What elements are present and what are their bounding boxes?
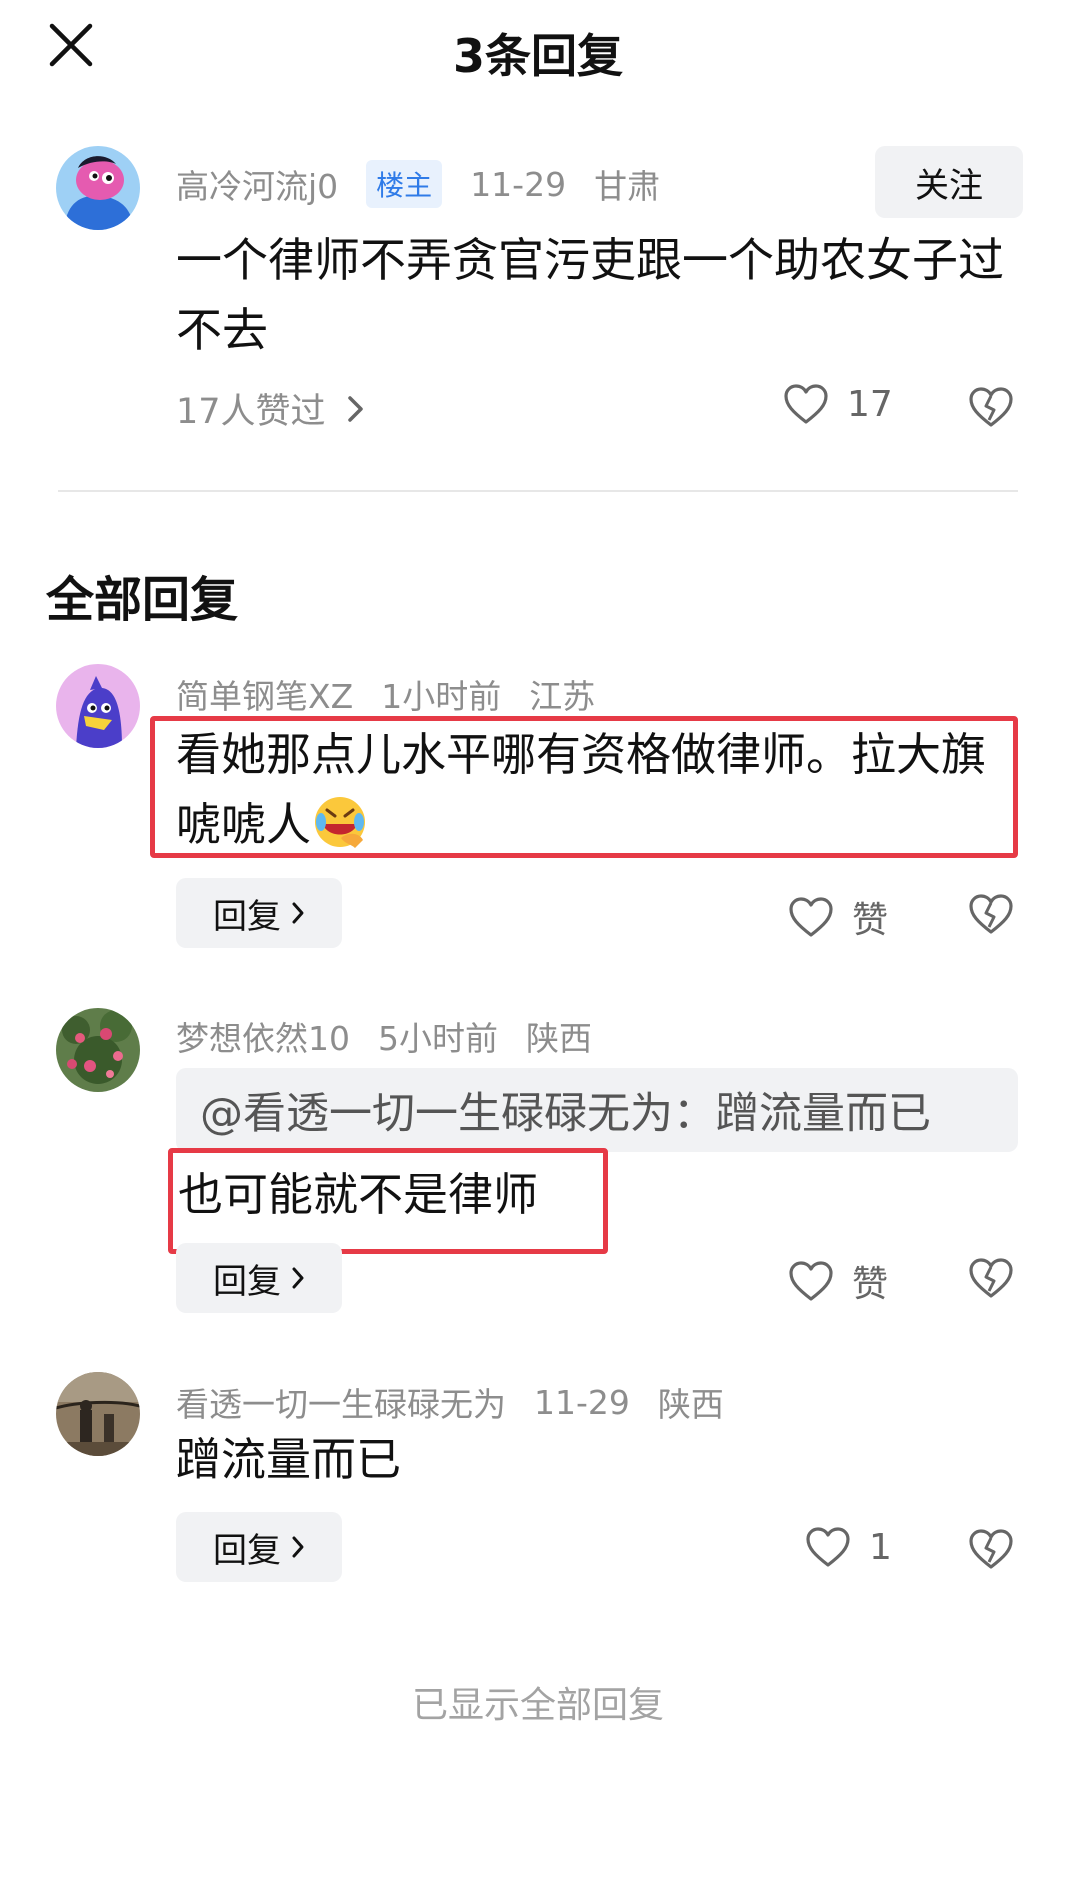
username[interactable]: 看透一切一生碌碌无为 (176, 1378, 506, 1426)
avatar[interactable] (56, 664, 140, 748)
follow-button[interactable]: 关注 (875, 146, 1023, 218)
comment-text: 一个律师不弄贪官污吏跟一个助农女子过不去 (176, 233, 1004, 357)
section-title: 全部回复 (46, 572, 239, 628)
end-of-replies-label: 已显示全部回复 (411, 1685, 664, 1726)
time: 11-29 (534, 1382, 630, 1422)
chevron-right-icon (347, 395, 363, 422)
reply-button-label: 回复 (213, 1530, 281, 1571)
location: 江苏 (529, 677, 596, 716)
reply-text: 蹭流量而已 (176, 1433, 402, 1486)
heart-icon (789, 1261, 833, 1301)
avatar[interactable] (56, 1372, 140, 1456)
username[interactable]: 简单钢笔XZ (176, 670, 353, 718)
username[interactable]: 高冷河流j0 (176, 160, 338, 208)
reply-meta: 梦想依然10 5小时前 陕西 (176, 1012, 620, 1060)
like-button[interactable]: 赞 (788, 1255, 888, 1307)
time: 1小时前 (381, 677, 502, 716)
like-button[interactable]: 赞 (788, 891, 888, 943)
comment-meta: 高冷河流j0 楼主 11-29 甘肃 (176, 160, 688, 208)
top-bar: 3条回复 (0, 0, 1076, 96)
location: 陕西 (526, 1019, 592, 1058)
likers-link[interactable]: 17人赞过 (176, 383, 366, 434)
heart-icon (806, 1527, 850, 1567)
chevron-right-icon (292, 1267, 304, 1289)
location: 甘肃 (594, 167, 661, 206)
reply-button[interactable]: 回复 (176, 1512, 342, 1582)
avatar[interactable] (56, 146, 140, 230)
reply-meta: 看透一切一生碌碌无为 11-29 陕西 (176, 1378, 752, 1426)
avatar[interactable] (56, 1008, 140, 1092)
date: 11-29 (470, 164, 567, 204)
like-button[interactable]: 17 (783, 383, 893, 425)
reply-button-label: 回复 (213, 896, 281, 937)
reply-button[interactable]: 回复 (176, 878, 342, 948)
likers-label: 17人赞过 (176, 392, 326, 432)
highlight-box (150, 716, 1018, 858)
location: 陕西 (657, 1385, 724, 1424)
op-badge: 楼主 (366, 160, 443, 208)
quoted-reply[interactable]: @看透一切一生碌碌无为：蹭流量而已 (176, 1068, 1018, 1152)
username[interactable]: 梦想依然10 (176, 1012, 350, 1060)
like-count: 1 (869, 1526, 892, 1568)
page-title: 3条回复 (452, 29, 623, 83)
like-count: 17 (847, 383, 893, 425)
like-button[interactable]: 1 (805, 1526, 892, 1568)
highlight-box (168, 1148, 608, 1254)
reply-meta: 简单钢笔XZ 1小时前 江苏 (176, 670, 623, 718)
heart-icon (784, 384, 828, 424)
broken-heart-icon[interactable] (968, 386, 1014, 428)
chevron-right-icon (292, 902, 304, 924)
like-label: 赞 (852, 1264, 889, 1305)
reply-button-label: 回复 (213, 1261, 281, 1302)
like-label: 赞 (852, 900, 889, 941)
chevron-right-icon (292, 1536, 304, 1558)
broken-heart-icon[interactable] (968, 893, 1014, 935)
broken-heart-icon[interactable] (968, 1528, 1014, 1570)
heart-icon (789, 897, 833, 937)
divider (58, 490, 1018, 492)
reply-button[interactable]: 回复 (176, 1243, 342, 1313)
broken-heart-icon[interactable] (968, 1257, 1014, 1299)
time: 5小时前 (378, 1019, 498, 1058)
